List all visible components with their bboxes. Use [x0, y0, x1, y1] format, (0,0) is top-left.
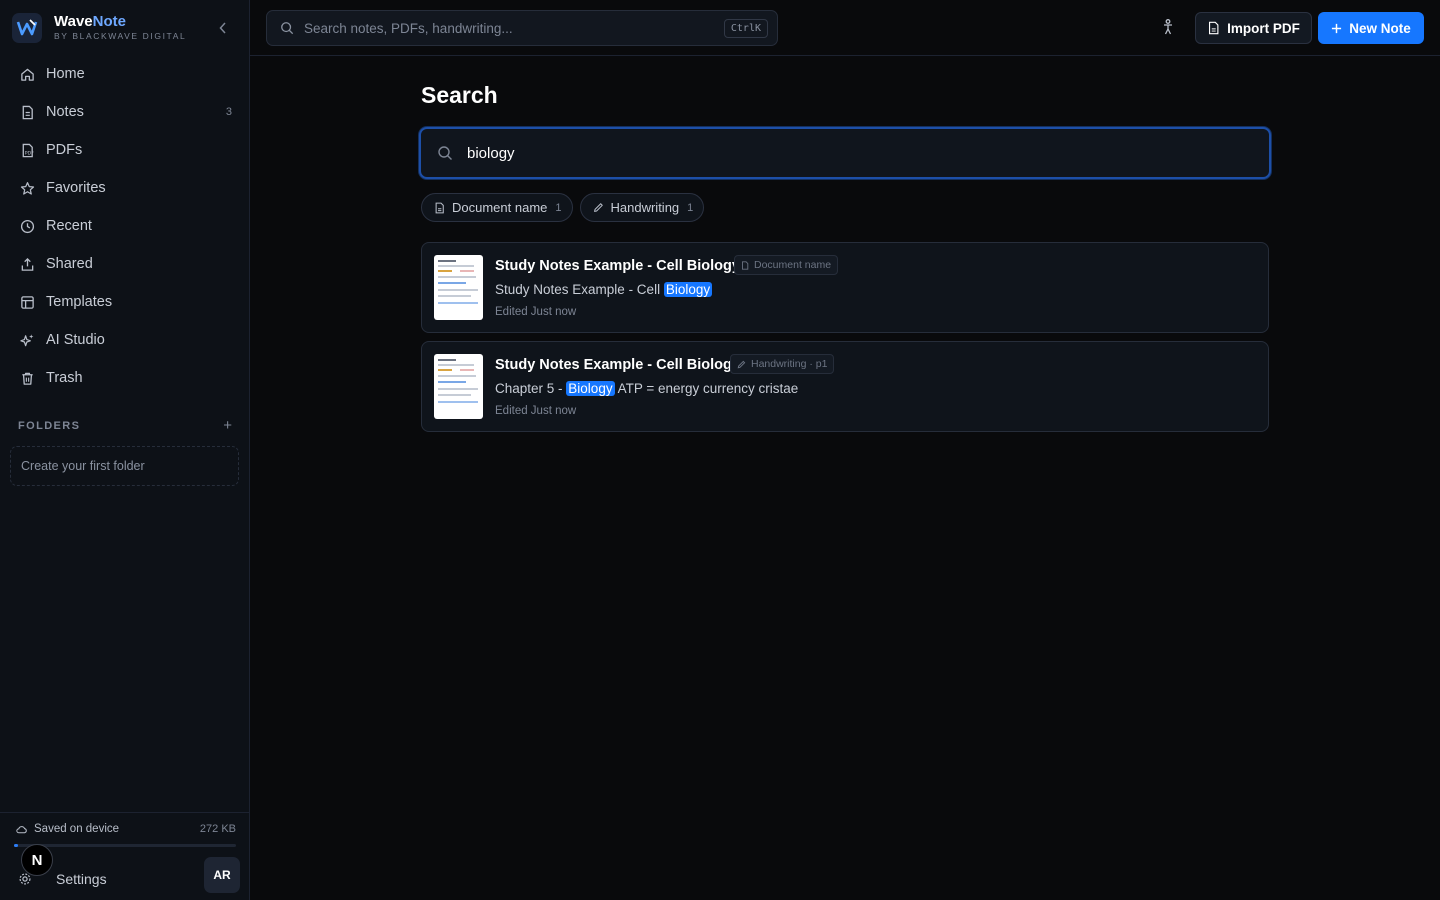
- storage-size: 272 KB: [199, 823, 236, 835]
- sidebar-item-recent[interactable]: Recent: [8, 207, 242, 245]
- match-type-filters: Document name 1 Handwriting 1: [421, 193, 711, 222]
- star-icon: [19, 180, 35, 196]
- edited-timestamp: Edited Just now: [495, 306, 577, 318]
- sidebar-item-label: AI Studio: [46, 332, 105, 348]
- search-icon: [281, 22, 294, 35]
- sidebar-item-label: Notes: [46, 104, 84, 120]
- sidebar-item-label: Home: [46, 66, 85, 82]
- sparkles-icon: [19, 332, 35, 348]
- storage-progress-bar: [14, 844, 236, 847]
- note-thumbnail: [434, 354, 483, 419]
- search-result-card[interactable]: Study Notes Example - Cell Biology Handw…: [421, 341, 1269, 432]
- main-nav: Home Notes 3 PDF PDFs Favorites Recent S…: [8, 55, 242, 397]
- sidebar-item-label: Shared: [46, 256, 93, 272]
- filter-chip-label: Document name: [452, 200, 548, 215]
- search-icon: [438, 146, 452, 160]
- user-avatar[interactable]: AR: [204, 857, 240, 893]
- cloud-icon: [16, 825, 27, 833]
- note-file-icon: [19, 104, 35, 120]
- sidebar-item-pdfs[interactable]: PDF PDFs: [8, 131, 242, 169]
- sidebar: WaveNote BY BLACKWAVE DIGITAL Home Notes…: [0, 0, 250, 900]
- import-pdf-label: Import PDF: [1227, 20, 1300, 36]
- pen-icon: [737, 360, 746, 368]
- page-title: Search: [421, 82, 498, 108]
- pdf-file-icon: [1209, 21, 1219, 35]
- result-snippet: Study Notes Example - Cell Biology: [495, 282, 713, 297]
- plus-icon: [1332, 23, 1342, 33]
- brand[interactable]: WaveNote BY BLACKWAVE DIGITAL: [12, 12, 186, 44]
- accessibility-icon[interactable]: [1159, 18, 1177, 36]
- filter-chip-count: 1: [555, 201, 562, 214]
- wavenote-logo-icon: [12, 13, 42, 43]
- new-note-label: New Note: [1349, 20, 1411, 36]
- import-pdf-button[interactable]: Import PDF: [1195, 12, 1312, 44]
- sidebar-item-label: Trash: [46, 370, 83, 386]
- result-title: Study Notes Example - Cell Biology: [495, 258, 740, 274]
- template-layout-icon: [19, 294, 35, 310]
- filter-chip-handwriting[interactable]: Handwriting 1: [579, 193, 705, 222]
- note-thumbnail: [434, 255, 483, 320]
- sidebar-item-home[interactable]: Home: [8, 55, 242, 93]
- n-floating-badge[interactable]: N: [21, 844, 53, 876]
- share-upload-icon: [19, 256, 35, 272]
- search-query-box[interactable]: [419, 127, 1271, 179]
- pdf-file-icon: PDF: [19, 142, 35, 158]
- sidebar-item-label: PDFs: [46, 142, 83, 158]
- svg-text:PDF: PDF: [24, 150, 33, 156]
- collapse-sidebar-icon[interactable]: [216, 20, 230, 36]
- clock-icon: [19, 218, 35, 234]
- result-title: Study Notes Example - Cell Biology: [495, 357, 740, 373]
- document-icon: [435, 202, 444, 213]
- folders-label: FOLDERS: [18, 420, 81, 432]
- new-note-button[interactable]: New Note: [1318, 12, 1424, 44]
- topbar: CtrlK Import PDF New Note: [250, 0, 1440, 56]
- sidebar-item-templates[interactable]: Templates: [8, 283, 242, 321]
- brand-subtitle: BY BLACKWAVE DIGITAL: [54, 31, 187, 41]
- search-shortcut-hint: CtrlK: [723, 19, 768, 38]
- sidebar-item-trash[interactable]: Trash: [8, 359, 242, 397]
- sidebar-item-label: Templates: [46, 294, 113, 310]
- add-folder-icon[interactable]: +: [223, 418, 232, 433]
- folders-header: FOLDERS +: [18, 418, 232, 434]
- sidebar-item-favorites[interactable]: Favorites: [8, 169, 242, 207]
- filter-chip-count: 1: [687, 201, 694, 214]
- global-search-input[interactable]: [304, 20, 704, 36]
- match-type-tag: Handwriting · p1: [730, 354, 835, 374]
- result-snippet: Chapter 5 - Biology ATP = energy currenc…: [495, 381, 799, 396]
- create-first-folder-button[interactable]: Create your first folder: [10, 446, 239, 486]
- storage-progress-fill: [14, 844, 19, 847]
- filter-chip-document-name[interactable]: Document name 1: [421, 193, 573, 222]
- sidebar-item-ai-studio[interactable]: AI Studio: [8, 321, 242, 359]
- home-icon: [19, 66, 35, 82]
- settings-label: Settings: [56, 871, 107, 887]
- pen-icon: [593, 203, 603, 212]
- edited-timestamp: Edited Just now: [495, 405, 577, 417]
- sidebar-item-notes[interactable]: Notes 3: [8, 93, 242, 131]
- storage-label: Saved on device: [34, 823, 120, 835]
- notes-count: 3: [225, 106, 232, 118]
- document-icon: [742, 260, 749, 270]
- match-highlight: Biology: [663, 282, 713, 297]
- global-search-bar[interactable]: CtrlK: [266, 10, 778, 46]
- filter-chip-label: Handwriting: [610, 200, 680, 215]
- brand-name: WaveNote: [54, 13, 126, 30]
- storage-status: Saved on device: [16, 823, 119, 835]
- search-result-card[interactable]: Study Notes Example - Cell Biology Docum…: [421, 242, 1269, 333]
- sidebar-item-label: Recent: [46, 218, 92, 234]
- search-query-input[interactable]: [467, 144, 1167, 162]
- sidebar-item-shared[interactable]: Shared: [8, 245, 242, 283]
- trash-icon: [19, 370, 35, 386]
- sidebar-item-label: Favorites: [46, 180, 106, 196]
- match-type-tag: Document name: [734, 255, 839, 275]
- match-highlight: Biology: [566, 381, 615, 396]
